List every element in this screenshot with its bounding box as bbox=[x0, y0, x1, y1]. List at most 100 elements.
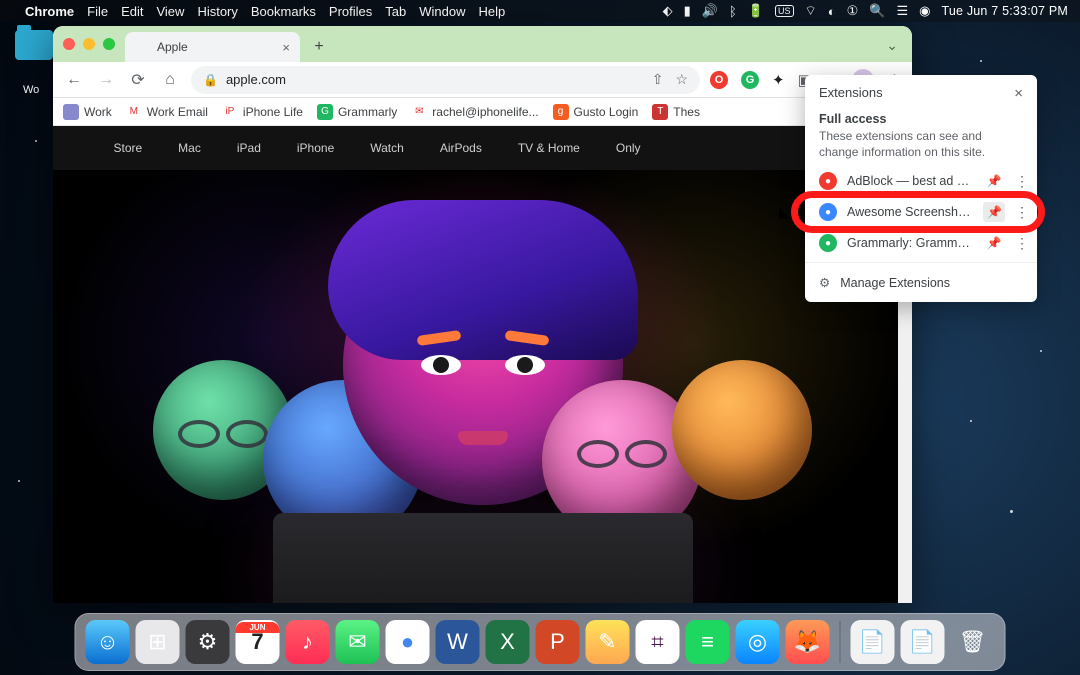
user-icon[interactable]: ① bbox=[847, 3, 859, 19]
apple-global-nav: Store Mac iPad iPhone Watch AirPods TV &… bbox=[53, 126, 912, 170]
dock-app-icon[interactable]: W bbox=[436, 620, 480, 664]
window-minimize-button[interactable] bbox=[83, 38, 95, 50]
dock-app-icon[interactable]: ⌗ bbox=[636, 620, 680, 664]
menubar-item[interactable]: Window bbox=[419, 4, 465, 19]
dock-app-icon[interactable]: 7JUN bbox=[236, 620, 280, 664]
dock-app-icon[interactable]: ≡ bbox=[686, 620, 730, 664]
extension-row[interactable]: ● Awesome Screenshot and Sc… 📌 ⋮ bbox=[805, 196, 1037, 228]
wifi-icon[interactable]: ⌔ bbox=[805, 3, 817, 19]
extension-row[interactable]: ● Grammarly: Grammar Check… 📌 ⋮ bbox=[805, 228, 1037, 258]
pin-extension-button[interactable]: 📌 bbox=[983, 202, 1005, 222]
pin-extension-button[interactable]: 📌 bbox=[983, 236, 1005, 250]
close-popup-button[interactable]: × bbox=[1014, 85, 1023, 102]
lock-icon[interactable]: 🔒 bbox=[203, 73, 218, 87]
extension-row[interactable]: ● AdBlock — best ad blocker 📌 ⋮ bbox=[805, 166, 1037, 196]
full-access-heading: Full access bbox=[805, 106, 1037, 128]
sync-icon[interactable]: ◐ bbox=[828, 4, 836, 19]
memoji-side bbox=[672, 360, 812, 500]
siri-icon[interactable]: ◉ bbox=[919, 3, 930, 19]
bookmark-star-button[interactable]: ☆ bbox=[675, 71, 688, 88]
menubar-item[interactable]: File bbox=[87, 4, 108, 19]
dock-app-icon[interactable]: ⚙ bbox=[186, 620, 230, 664]
home-button[interactable]: ⌂ bbox=[159, 71, 181, 89]
dock-app-icon[interactable]: ♪ bbox=[286, 620, 330, 664]
volume-icon[interactable]: 🔊 bbox=[702, 3, 718, 19]
extension-more-button[interactable]: ⋮ bbox=[1015, 235, 1029, 252]
dock-app-icon[interactable]: ✎ bbox=[586, 620, 630, 664]
chrome-window: Apple × + ⌄ ← → ⟳ ⌂ 🔒 apple.com ⇧ ☆ O G … bbox=[53, 26, 912, 603]
desktop-folder-icon[interactable] bbox=[15, 30, 53, 60]
dock-app-icon[interactable]: ● bbox=[386, 620, 430, 664]
back-button[interactable]: ← bbox=[63, 71, 85, 89]
bookmarks-bar: Work MWork Email iPiPhone Life GGrammarly ✉r… bbox=[53, 98, 912, 126]
bookmark-item[interactable]: GGrammarly bbox=[317, 104, 397, 120]
bookmark-label: Work Email bbox=[147, 105, 208, 119]
extension-name: Awesome Screenshot and Sc… bbox=[847, 205, 973, 219]
spotlight-icon[interactable]: 🔍 bbox=[869, 3, 885, 19]
tab-search-button[interactable]: ⌄ bbox=[886, 37, 898, 54]
dock-app-icon[interactable]: P bbox=[536, 620, 580, 664]
dock-app-icon[interactable]: 📄 bbox=[851, 620, 895, 664]
window-close-button[interactable] bbox=[63, 38, 75, 50]
macbook-graphic bbox=[273, 513, 693, 603]
share-button[interactable]: ⇧ bbox=[652, 71, 664, 88]
bookmark-item[interactable]: MWork Email bbox=[126, 104, 208, 120]
apple-nav-item[interactable]: Mac bbox=[178, 141, 201, 155]
apple-nav-item[interactable]: iPhone bbox=[297, 141, 334, 155]
bluetooth-icon[interactable]: ᛒ bbox=[729, 4, 737, 19]
bookmark-favicon-icon: ✉ bbox=[411, 104, 427, 120]
bookmark-item[interactable]: Work bbox=[63, 104, 112, 120]
apple-nav-item[interactable]: AirPods bbox=[440, 141, 482, 155]
dock-app-icon[interactable]: 🦊 bbox=[786, 620, 830, 664]
window-zoom-button[interactable] bbox=[103, 38, 115, 50]
extension-more-button[interactable]: ⋮ bbox=[1015, 204, 1029, 221]
dock-app-icon[interactable]: ✉ bbox=[336, 620, 380, 664]
manage-extensions-button[interactable]: ⚙ Manage Extensions bbox=[805, 267, 1037, 298]
close-tab-button[interactable]: × bbox=[282, 40, 290, 55]
menubar-item[interactable]: History bbox=[197, 4, 237, 19]
menubar-item[interactable]: Edit bbox=[121, 4, 143, 19]
macos-menubar: Chrome File Edit View History Bookmarks … bbox=[0, 0, 1080, 22]
apple-nav-item[interactable]: Store bbox=[113, 141, 142, 155]
new-tab-button[interactable]: + bbox=[306, 34, 332, 60]
extension-icon: ● bbox=[819, 172, 837, 190]
dock-app-icon[interactable]: ☺ bbox=[86, 620, 130, 664]
apple-nav-item[interactable]: Only bbox=[616, 141, 641, 155]
browser-tab[interactable]: Apple × bbox=[125, 32, 300, 62]
apple-nav-item[interactable]: Watch bbox=[370, 141, 404, 155]
menubar-item[interactable]: Bookmarks bbox=[251, 4, 316, 19]
extension-icon: ● bbox=[819, 234, 837, 252]
apple-nav-item[interactable]: TV & Home bbox=[518, 141, 580, 155]
bookmark-item[interactable]: TThes bbox=[652, 104, 700, 120]
control-center-icon[interactable]: ☰ bbox=[896, 3, 908, 19]
menubar-item[interactable]: Help bbox=[479, 4, 506, 19]
menubar-clock[interactable]: Tue Jun 7 5:33:07 PM bbox=[941, 4, 1068, 18]
menubar-item[interactable]: Profiles bbox=[329, 4, 372, 19]
forward-button[interactable]: → bbox=[95, 71, 117, 89]
status-icon[interactable]: ▮ bbox=[684, 3, 691, 19]
dock-app-icon[interactable]: ⊞ bbox=[136, 620, 180, 664]
pin-extension-button[interactable]: 📌 bbox=[983, 174, 1005, 188]
grammarly-extension-icon[interactable]: G bbox=[741, 71, 759, 89]
dock-app-icon[interactable]: 🗑 bbox=[951, 620, 995, 664]
adblock-extension-icon[interactable]: O bbox=[710, 71, 728, 89]
dropbox-icon[interactable]: ⬖ bbox=[663, 3, 673, 19]
bookmark-item[interactable]: iPiPhone Life bbox=[222, 104, 303, 120]
menubar-app-name[interactable]: Chrome bbox=[25, 4, 74, 19]
extensions-button[interactable]: ✦ bbox=[772, 71, 785, 89]
menubar-item[interactable]: View bbox=[156, 4, 184, 19]
bookmark-item[interactable]: gGusto Login bbox=[553, 104, 639, 120]
extensions-popup: Extensions × Full access These extension… bbox=[805, 75, 1037, 302]
full-access-description: These extensions can see and change info… bbox=[805, 128, 1037, 166]
dock-app-icon[interactable]: ◎ bbox=[736, 620, 780, 664]
battery-icon[interactable]: 🔋 bbox=[748, 3, 764, 19]
reload-button[interactable]: ⟳ bbox=[127, 70, 149, 90]
menubar-item[interactable]: Tab bbox=[385, 4, 406, 19]
apple-nav-item[interactable]: iPad bbox=[237, 141, 261, 155]
address-bar[interactable]: 🔒 apple.com ⇧ ☆ bbox=[191, 66, 700, 94]
extension-more-button[interactable]: ⋮ bbox=[1015, 173, 1029, 190]
dock-app-icon[interactable]: X bbox=[486, 620, 530, 664]
input-source-icon[interactable]: US bbox=[775, 5, 794, 17]
bookmark-item[interactable]: ✉rachel@iphonelife... bbox=[411, 104, 538, 120]
dock-app-icon[interactable]: 📄 bbox=[901, 620, 945, 664]
